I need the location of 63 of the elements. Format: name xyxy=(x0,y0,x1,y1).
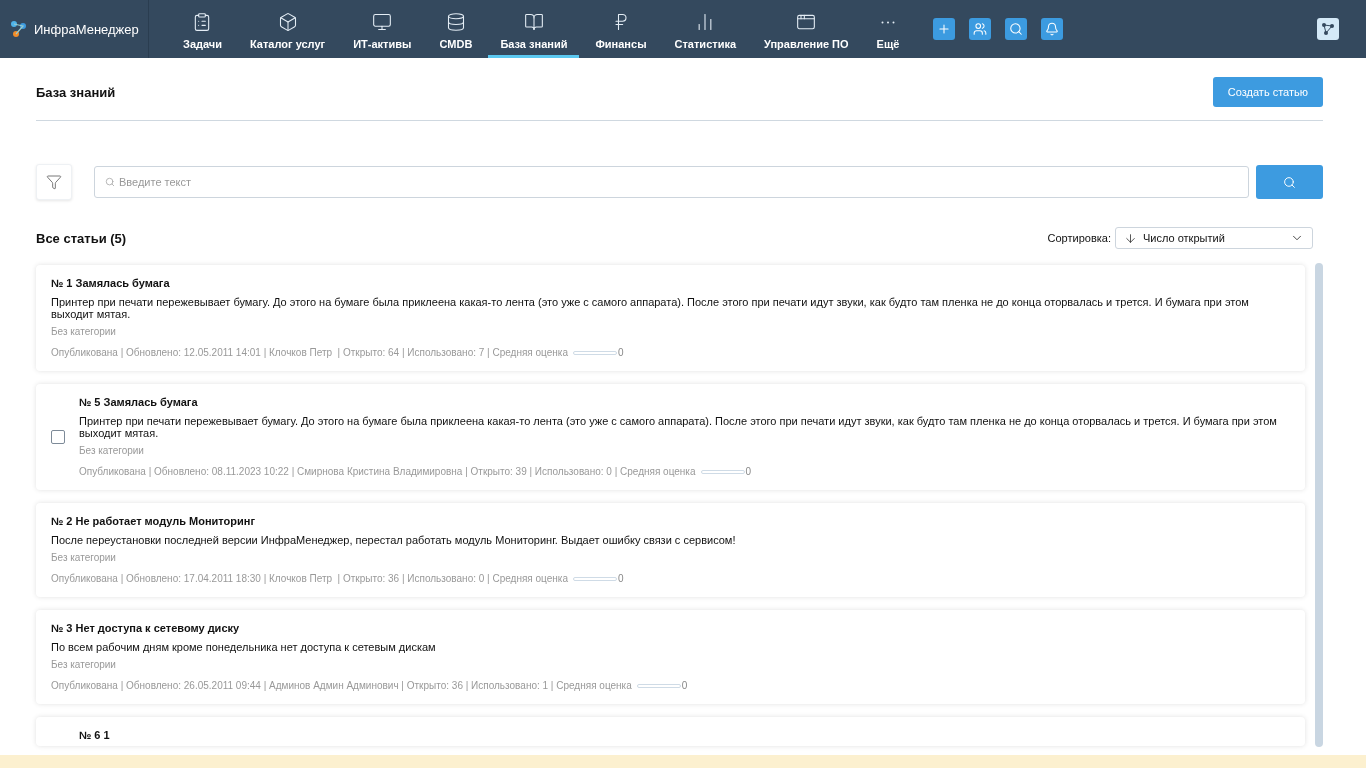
sort-label: Сортировка: xyxy=(1047,232,1111,244)
search-field[interactable]: Введите текст xyxy=(94,166,1249,198)
article-text: Принтер при печати пережевывает бумагу. До этого на бумаге была приклеена какая-то лента (это уже с самого аппарата). После этого при печати идут звуки, как будто там пленка не до конца оторвалась и трется. И бумага при этом выходит мятая. xyxy=(51,296,1250,320)
search-icon xyxy=(1283,175,1296,189)
article-text: После переустановки последней версии ИнфраМенеджер, перестал работать модуль Мониторинг. Выдает ошибку связи с сервисом! xyxy=(51,534,737,546)
rating-value: 0 xyxy=(745,466,752,477)
nav-tab[interactable]: Управление ПО xyxy=(752,0,861,58)
book-icon xyxy=(523,12,544,32)
page-title: База знаний xyxy=(36,84,116,100)
article-card[interactable]: № 6 1 xyxy=(36,717,1305,746)
add-button[interactable] xyxy=(933,18,956,40)
article-checkbox[interactable] xyxy=(51,429,65,444)
avatar[interactable] xyxy=(1317,18,1339,40)
article-text: По всем рабочим дням кроме понедельника нет доступа к сетевым дискам xyxy=(51,641,437,653)
scrollbar[interactable] xyxy=(1315,263,1323,747)
list-heading: Все статьи (5) xyxy=(36,230,127,246)
article-category: Без категории xyxy=(51,326,117,337)
nav-tab[interactable]: Статистика xyxy=(662,0,749,58)
article-title: № 3 Нет доступа к сетевому диску xyxy=(51,622,241,634)
article-title: № 6 1 xyxy=(79,729,111,741)
filter-icon xyxy=(46,174,62,190)
article-meta: Опубликована | Обновлено: 17.04.2011 18:30 | Клочков Петр | Открыто: 36 | Использовано: 0 | Средняя оценка xyxy=(51,573,568,584)
search-icon xyxy=(1009,22,1024,36)
article-card[interactable] xyxy=(36,265,1305,371)
article-text: Принтер при печати пережевывает бумагу. До этого на бумаге была приклеена какая-то лента (это уже с самого аппарата). После этого при печати идут звуки, как будто там пленка не до конца оторвалась и трется. И бумага при этом выходит мятая. xyxy=(79,415,1278,439)
article-title: № 5 Замялась бумага xyxy=(79,396,199,408)
app-name: ИнфраМенеджер xyxy=(34,21,139,37)
article-title: № 1 Замялась бумага xyxy=(51,277,171,289)
cube-icon xyxy=(277,12,298,32)
nav-tab[interactable]: Каталог услуг xyxy=(238,0,338,58)
nav-tab[interactable]: Ещё xyxy=(864,0,912,58)
article-category: Без категории xyxy=(79,445,145,456)
database-icon xyxy=(445,12,466,32)
rating-value: 0 xyxy=(618,347,624,358)
plus-icon xyxy=(937,22,952,36)
window-icon xyxy=(796,12,817,32)
search-icon xyxy=(105,177,115,187)
article-meta: Опубликована | Обновлено: 12.05.2011 14:01 | Клочков Петр | Открыто: 64 | Использовано: 7 | Средняя оценка xyxy=(51,347,568,358)
article-card[interactable] xyxy=(36,610,1305,704)
article-card[interactable] xyxy=(36,384,1305,490)
notifications-button[interactable] xyxy=(1041,18,1064,40)
users-icon xyxy=(973,22,988,36)
users-button[interactable] xyxy=(969,18,992,40)
article-card[interactable] xyxy=(36,503,1305,597)
arrow-down-icon xyxy=(1124,231,1137,245)
monitor-icon xyxy=(372,12,393,32)
rating-value: 0 xyxy=(681,680,688,691)
article-category: Без категории xyxy=(51,659,117,670)
article-meta: Опубликована | Обновлено: 08.11.2023 10:22 | Смирнова Кристина Владимировна | Открыто: 39 | Использовано: 0 | Средняя оценка xyxy=(79,466,696,477)
search-button[interactable] xyxy=(1005,18,1028,40)
nav-tab[interactable]: Финансы xyxy=(583,0,659,58)
nav-tab[interactable]: База знаний xyxy=(488,0,580,58)
article-meta: Опубликована | Обновлено: 26.05.2011 09:44 | Админов Админ Админович | Открыто: 36 | Использовано: 1 | Средняя оценка xyxy=(51,680,632,691)
article-title: № 2 Не работает модуль Мониторинг xyxy=(51,515,257,527)
bell-icon xyxy=(1045,22,1060,36)
nav-tab[interactable]: ИТ-активы xyxy=(341,0,424,58)
nav-tab[interactable]: Задачи xyxy=(171,0,234,58)
nav-tab[interactable]: CMDB xyxy=(427,0,485,58)
article-category: Без категории xyxy=(51,552,117,563)
more-icon xyxy=(880,20,895,24)
logo-icon xyxy=(10,20,28,38)
sort-dropdown[interactable]: Число открытий xyxy=(1115,227,1313,249)
rating-value: 0 xyxy=(618,573,624,584)
